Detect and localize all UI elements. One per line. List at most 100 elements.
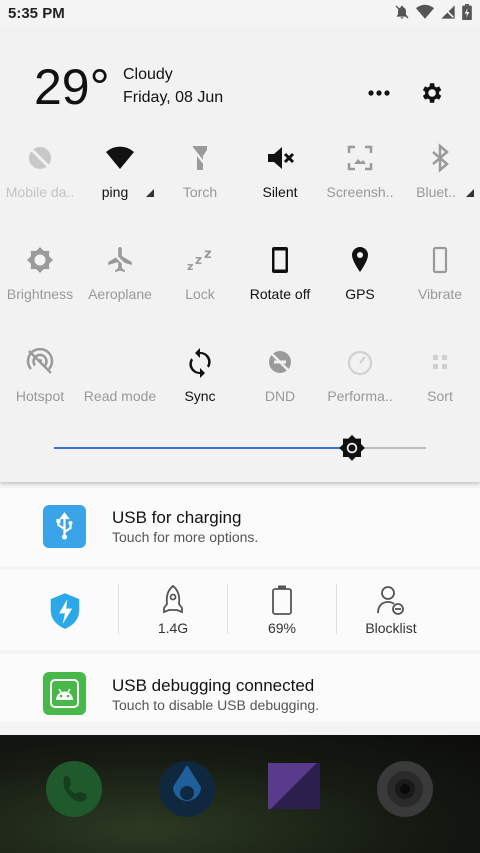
notification-title: USB debugging connected [112,676,315,695]
tile-sort[interactable]: Sort [400,346,480,418]
blocklist-label: Blocklist [365,620,417,636]
airplane-icon [108,247,132,272]
battery-charging-icon [462,4,472,20]
usb-icon [56,512,73,540]
sync-icon [189,348,211,378]
brightness-icon [27,247,53,273]
settings-gear-icon[interactable] [418,80,444,106]
phone-app-icon[interactable] [46,761,102,817]
tile-read-mode[interactable]: Read mode [80,346,160,418]
browser-drop-icon [173,765,201,801]
hotspot-off-icon [26,347,54,374]
screenshot-icon [347,145,373,171]
quick-tools-row: 1.4G 69% Blocklist [0,570,480,650]
usb-charging-notification[interactable]: USB for charging Touch for more options. [0,488,480,566]
security-shield-icon [50,593,80,629]
tile-silent[interactable]: Silent [240,142,320,214]
app-icon-purple[interactable] [268,763,320,809]
svg-text:z: z [204,247,212,262]
dnd-off-icon [269,351,291,373]
block-user-icon [377,586,404,615]
usb-debugging-notification[interactable]: USB debugging connected Touch to disable… [0,654,480,722]
tile-label: Sync [184,388,216,404]
tile-dnd[interactable]: DND [240,346,320,418]
more-options-icon[interactable] [366,80,392,106]
notification-subtitle: Touch for more options. [112,529,259,545]
quick-settings-panel: 29° Cloudy Friday, 08 Jun Mobile da.. pi… [0,28,480,482]
tile-mobile-data[interactable]: Mobile da.. [0,142,80,214]
tile-label: Brightness [6,286,74,302]
tile-rotate[interactable]: Rotate off [240,244,320,316]
volume-off-icon [268,147,295,169]
tile-sync[interactable]: Sync [160,346,240,418]
moon-icon [112,350,124,374]
home-wallpaper [0,735,480,853]
tile-label: Silent [262,184,298,200]
mobile-data-off-icon [28,146,52,170]
tile-wifi[interactable]: ping [80,142,160,214]
security-tool[interactable] [10,570,118,650]
camera-app-icon[interactable] [377,761,433,817]
battery-value: 69% [267,620,297,636]
tile-torch[interactable]: Torch [160,142,240,214]
tile-label: Performa.. [327,388,393,404]
status-time: 5:35 PM [8,5,65,22]
notification-title: USB for charging [112,508,242,527]
blocklist-tool[interactable]: Blocklist [337,570,445,650]
sleep-lock-icon: zzz [187,247,212,273]
location-pin-icon [352,247,368,272]
svg-text:z: z [195,253,202,267]
notification-subtitle: Touch to disable USB debugging. [112,697,320,713]
android-icon [50,679,79,708]
tile-aeroplane[interactable]: Aeroplane [80,244,160,316]
brightness-thumb-icon[interactable] [338,434,366,462]
no-signal-icon [441,5,455,19]
bluetooth-icon [432,143,449,173]
tile-brightness[interactable]: Brightness [0,244,80,316]
sort-grid-icon [433,355,447,369]
tile-screenshot[interactable]: Screensh.. [320,142,400,214]
svg-text:z: z [187,260,193,273]
tile-lock[interactable]: zzz Lock [160,244,240,316]
brightness-slider[interactable] [54,434,426,461]
phone-icon [63,775,88,802]
tile-label: Mobile da.. [5,184,75,200]
tile-label: Sort [427,388,453,404]
usb-app-icon [43,505,86,548]
status-bar: 5:35 PM [0,0,480,28]
performance-gauge-icon [347,350,373,376]
date-text: Friday, 08 Jun [123,89,224,106]
battery-tool[interactable]: 69% [228,570,336,650]
tile-bluetooth[interactable]: Bluet.. [400,142,480,214]
browser-app-icon[interactable] [159,761,215,817]
rocket-icon [163,584,183,614]
memory-value: 1.4G [157,620,189,636]
tile-hotspot[interactable]: Hotspot [0,346,80,418]
memory-boost-tool[interactable]: 1.4G [119,570,227,650]
weather-condition: Cloudy [123,66,173,83]
tile-label: DND [264,388,296,404]
tile-label: Rotate off [249,286,311,302]
brightness-slider-fill [54,447,352,449]
tile-label: GPS [345,286,375,302]
tile-label: Hotspot [15,388,65,404]
camera-lens-icon [387,771,423,807]
expand-arrow-icon[interactable] [146,189,154,197]
tile-performance[interactable]: Performa.. [320,346,400,418]
weather-widget[interactable]: 29° Cloudy Friday, 08 Jun [34,58,223,116]
wifi-icon [106,146,134,169]
tile-label: Screensh.. [326,184,394,200]
battery-icon [272,585,292,615]
tile-vibrate[interactable]: Vibrate [400,244,480,316]
android-app-icon [43,672,86,715]
tile-label: Aeroplane [88,286,152,302]
tile-label: Lock [185,286,215,302]
notifications-off-icon [395,5,409,19]
torch-icon [191,146,209,170]
tile-label: Vibrate [417,286,463,302]
vibrate-icon [432,246,448,274]
tile-gps[interactable]: GPS [320,244,400,316]
expand-arrow-icon[interactable] [466,189,474,197]
rotate-phone-icon [272,247,288,273]
tile-label: Read mode [83,388,157,404]
